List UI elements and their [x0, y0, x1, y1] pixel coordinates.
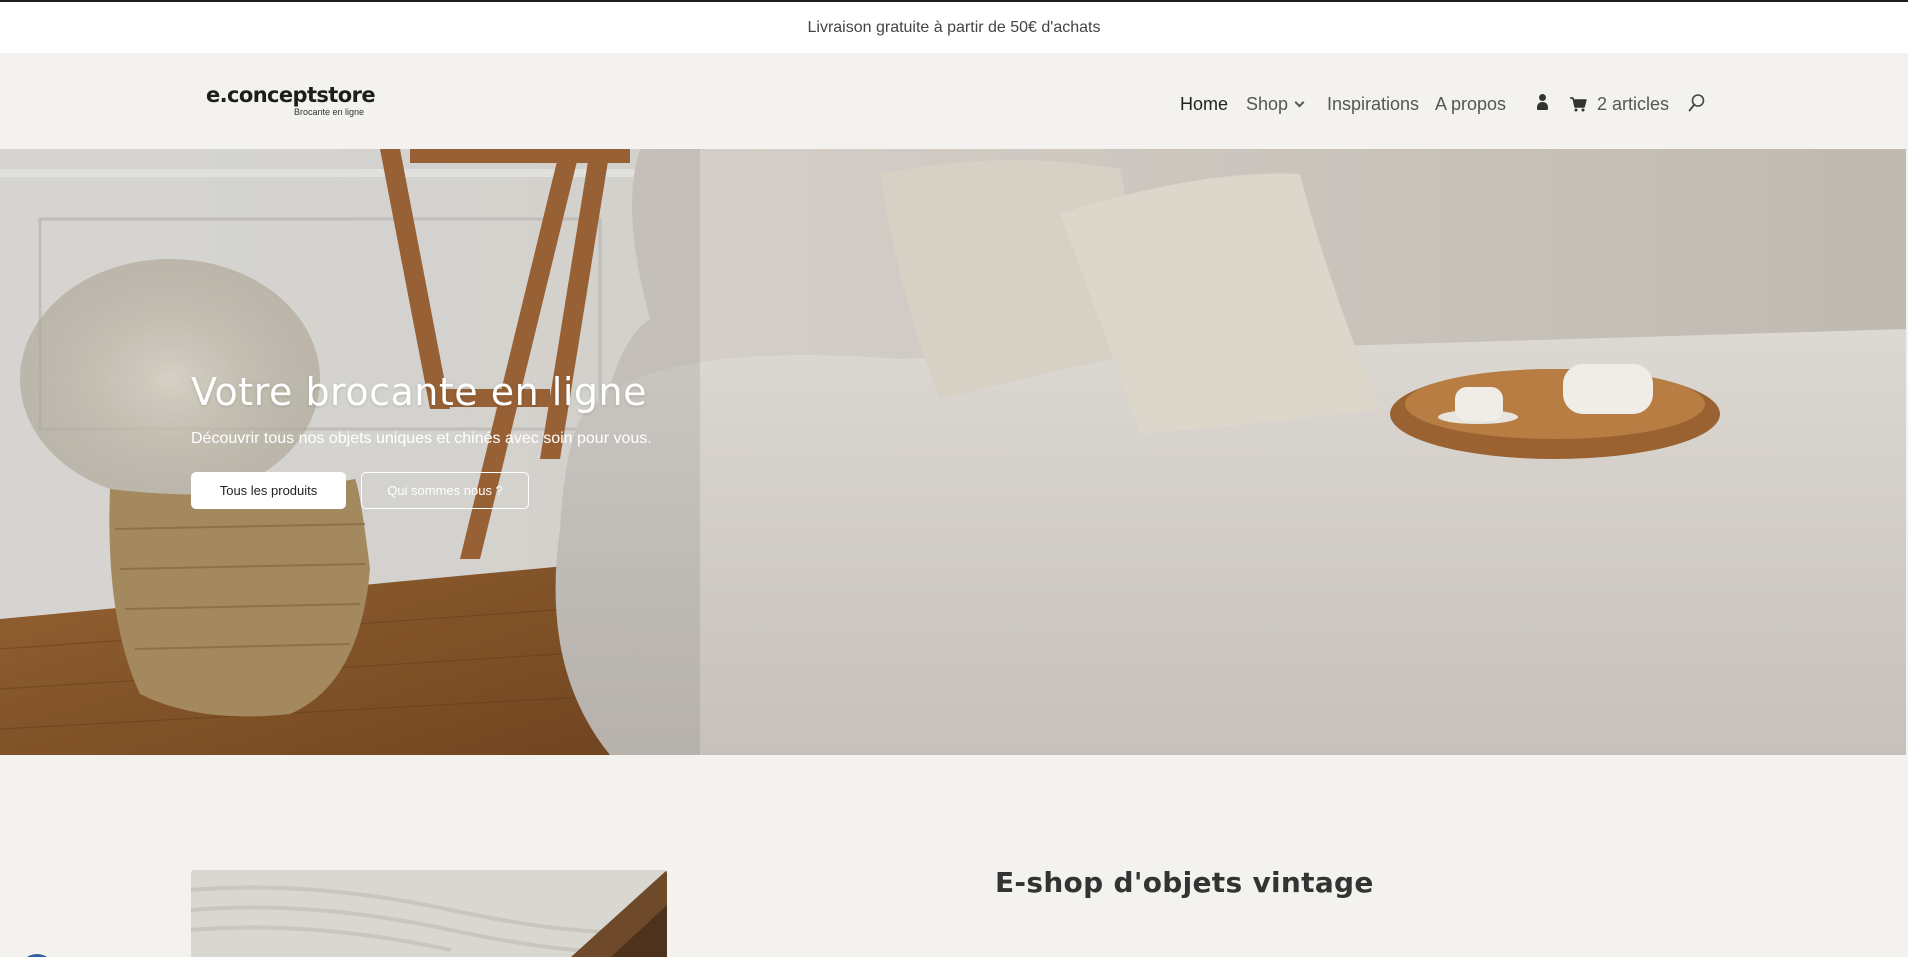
- hero-title: Votre brocante en ligne: [191, 370, 647, 414]
- cart-link[interactable]: 2 articles: [1570, 91, 1669, 117]
- hero-banner: Votre brocante en ligne Découvrir tous n…: [0, 149, 1906, 755]
- all-products-button[interactable]: Tous les produits: [191, 472, 346, 509]
- about-us-button[interactable]: Qui sommes nous ?: [361, 472, 529, 509]
- announcement-text: Livraison gratuite à partir de 50€ d'ach…: [807, 18, 1101, 36]
- section-title: E-shop d'objets vintage: [995, 866, 1374, 899]
- site-logo[interactable]: e.conceptstore Brocante en ligne: [206, 83, 381, 117]
- hero-background-image: [0, 149, 1906, 755]
- chevron-down-icon: [1294, 97, 1305, 108]
- nav-shop-label: Shop: [1246, 94, 1289, 114]
- site-header: e.conceptstore Brocante en ligne Home Sh…: [0, 53, 1908, 149]
- featured-product-image[interactable]: [191, 870, 667, 957]
- hero-subtitle: Découvrir tous nos objets uniques et chi…: [191, 430, 652, 447]
- search-icon[interactable]: [1688, 93, 1706, 113]
- logo-name: e.conceptstore: [206, 83, 376, 107]
- nav-home[interactable]: Home: [1180, 91, 1228, 117]
- user-icon[interactable]: [1536, 93, 1548, 111]
- announcement-bar: Livraison gratuite à partir de 50€ d'ach…: [0, 2, 1908, 53]
- cart-icon: [1570, 96, 1587, 111]
- cart-count: 2 articles: [1597, 93, 1670, 114]
- nav-shop[interactable]: Shop: [1246, 91, 1305, 117]
- nav-inspirations[interactable]: Inspirations: [1327, 91, 1419, 117]
- logo-tagline: Brocante en ligne: [293, 107, 364, 117]
- nav-a-propos[interactable]: A propos: [1435, 91, 1506, 117]
